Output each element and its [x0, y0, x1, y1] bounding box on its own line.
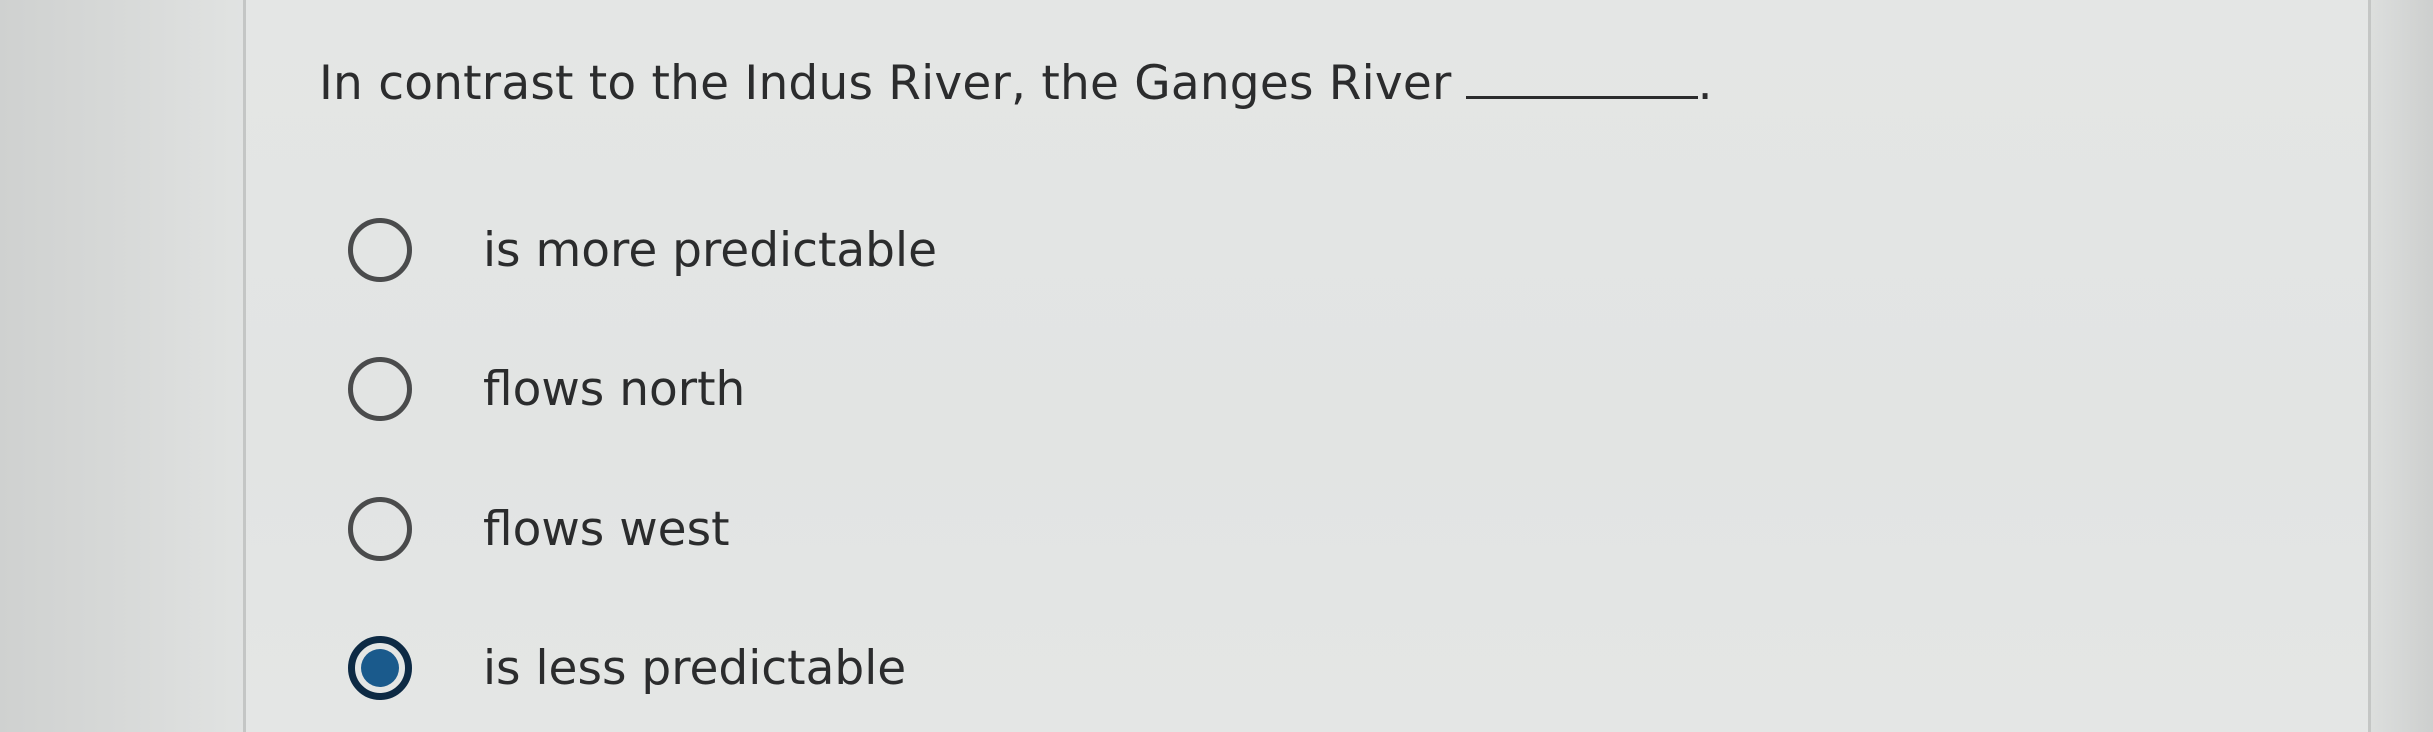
option-0[interactable]: is more predictable: [348, 210, 937, 290]
option-label[interactable]: flows west: [483, 502, 730, 557]
question-text: In contrast to the Indus River, the Gang…: [319, 56, 1452, 111]
radio-button-icon[interactable]: [348, 357, 412, 421]
option-2[interactable]: flows west: [348, 489, 730, 569]
option-label[interactable]: is less predictable: [483, 641, 906, 696]
option-label[interactable]: flows north: [483, 362, 745, 417]
option-3[interactable]: is less predictable: [348, 628, 906, 708]
question-end-punct: .: [1697, 56, 1713, 111]
radio-button-icon[interactable]: [348, 497, 412, 561]
option-1[interactable]: flows north: [348, 349, 745, 429]
radio-button-selected-icon[interactable]: [348, 636, 412, 700]
answer-blank: [1465, 92, 1698, 99]
right-divider: [2368, 0, 2371, 732]
question-prompt: In contrast to the Indus River, the Gang…: [319, 56, 1713, 111]
option-label[interactable]: is more predictable: [483, 223, 937, 278]
radio-button-icon[interactable]: [348, 218, 412, 282]
screen: In contrast to the Indus River, the Gang…: [0, 0, 2433, 732]
